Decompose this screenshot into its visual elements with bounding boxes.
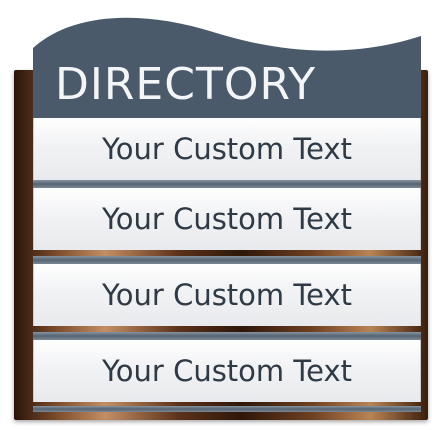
directory-row-label: Your Custom Text [101,354,353,388]
directory-row-1: Your Custom Text [33,118,421,180]
row-divider [33,256,421,264]
directory-sign-scene: DIRECTORY Your Custom Text Your Custom T… [0,0,438,430]
directory-row-label: Your Custom Text [101,278,353,312]
directory-row-4: Your Custom Text [33,340,421,402]
sign-title: DIRECTORY [55,59,317,110]
row-divider [33,332,421,340]
directory-sign: DIRECTORY Your Custom Text Your Custom T… [33,0,421,418]
row-divider [33,406,421,412]
directory-row-label: Your Custom Text [101,132,353,166]
directory-row-2: Your Custom Text [33,188,421,250]
directory-row-label: Your Custom Text [101,202,353,236]
directory-row-3: Your Custom Text [33,264,421,326]
row-divider [33,180,421,188]
